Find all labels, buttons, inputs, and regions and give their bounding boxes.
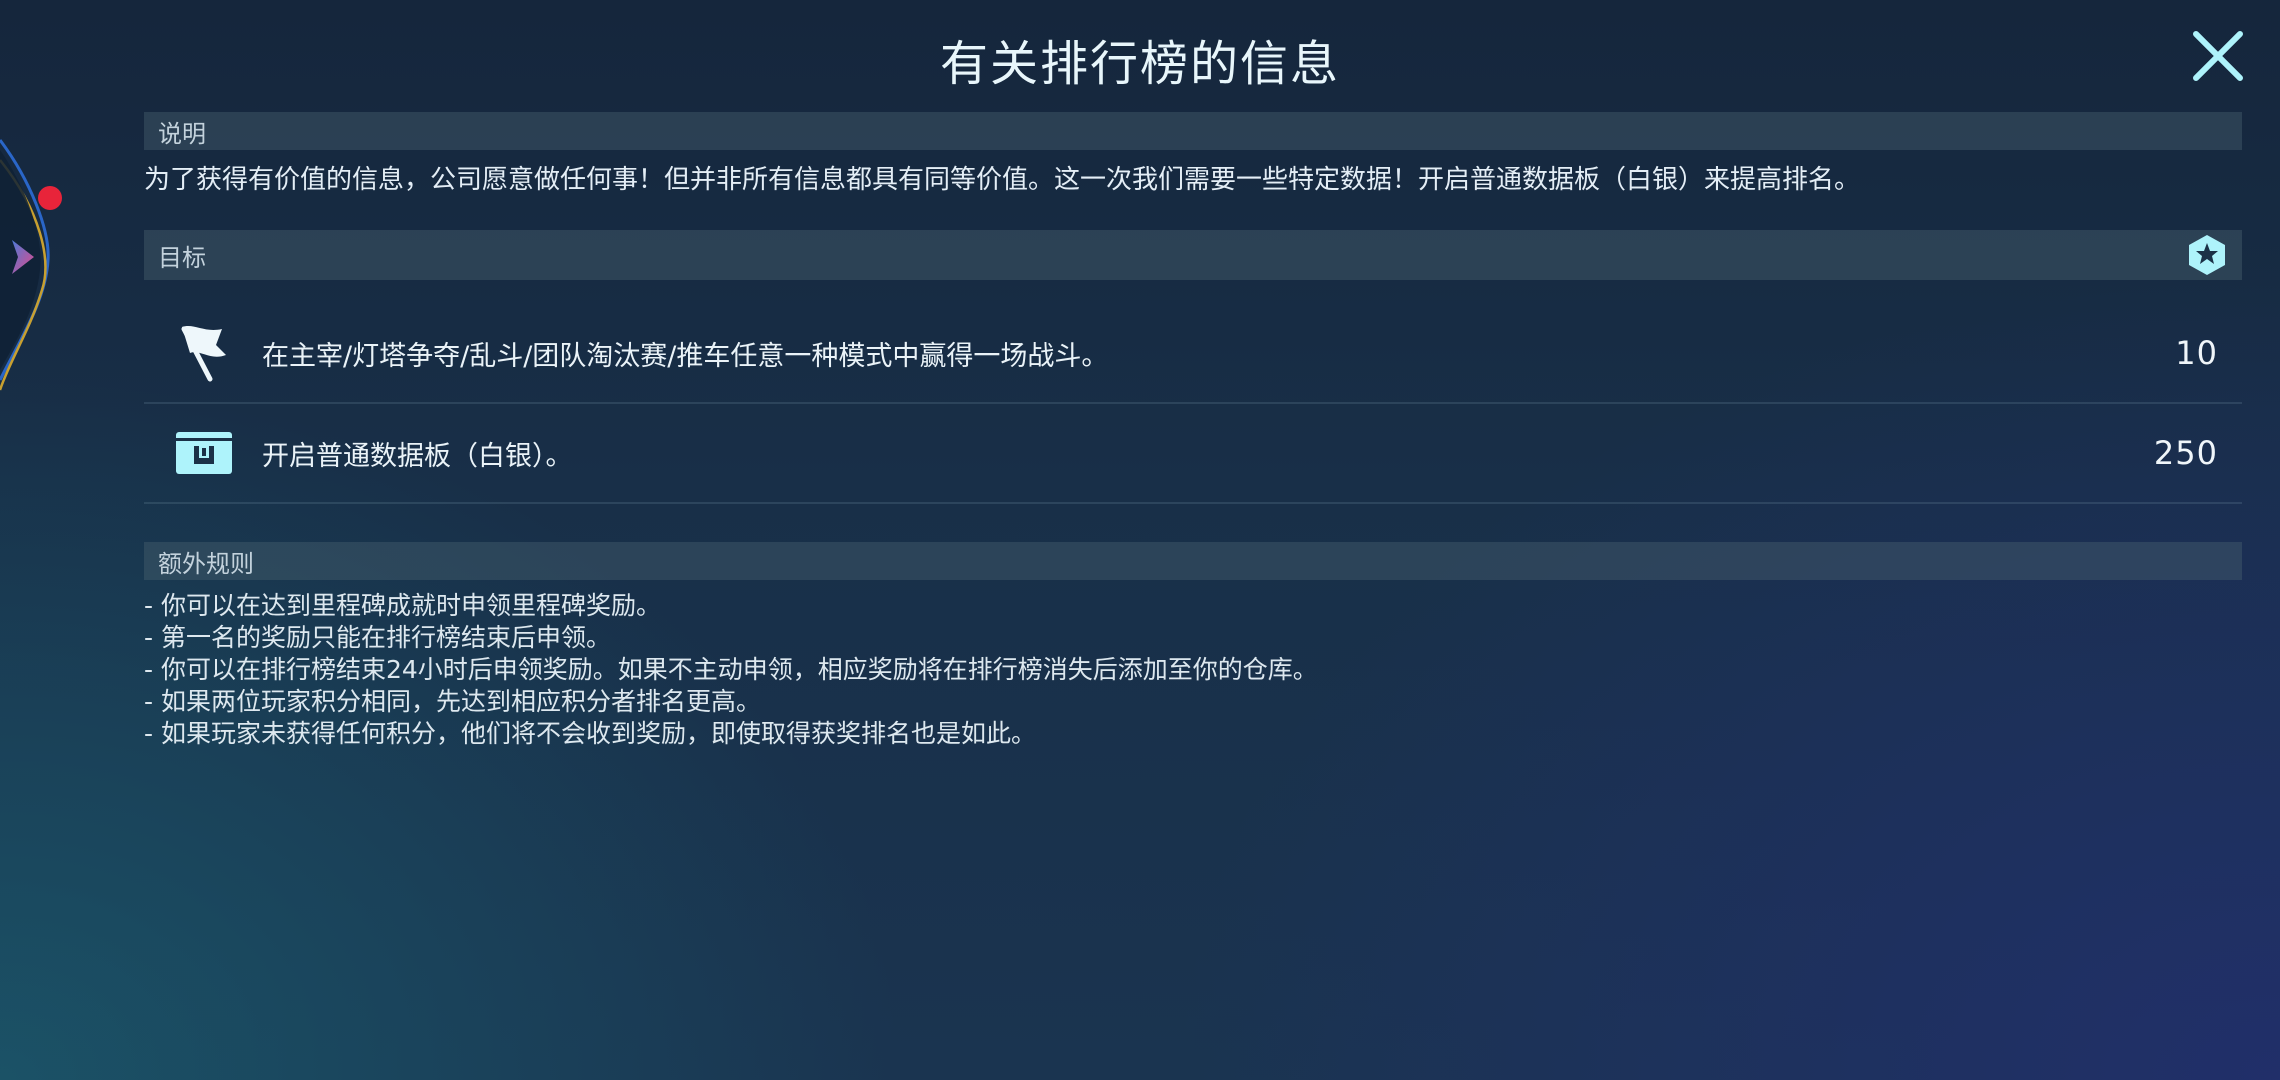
rules-list: - 你可以在达到里程碑成就时申领里程碑奖励。 - 第一名的奖励只能在排行榜结束后… bbox=[144, 590, 2242, 750]
goals-section-header: 目标 bbox=[144, 230, 2242, 280]
notification-dot bbox=[38, 186, 62, 210]
goal-text: 在主宰/灯塔争夺/乱斗/团队淘汰赛/推车任意一种模式中赢得一场战斗。 bbox=[262, 340, 1109, 372]
rule-item: - 如果玩家未获得任何积分，他们将不会收到奖励，即使取得获奖排名也是如此。 bbox=[144, 719, 1036, 748]
points-badge-icon bbox=[2189, 235, 2225, 275]
flag-icon bbox=[174, 323, 234, 383]
data-pad-icon bbox=[174, 423, 234, 483]
goal-list: 在主宰/灯塔争夺/乱斗/团队淘汰赛/推车任意一种模式中赢得一场战斗。 10 开启… bbox=[144, 304, 2242, 504]
goal-points: 250 bbox=[2153, 434, 2218, 472]
rule-item: - 你可以在排行榜结束24小时后申领奖励。如果不主动申领，相应奖励将在排行榜消失… bbox=[144, 655, 1318, 684]
rule-item: - 第一名的奖励只能在排行榜结束后申领。 bbox=[144, 623, 611, 652]
expand-arrow-icon[interactable] bbox=[8, 238, 38, 276]
goals-header-label: 目标 bbox=[158, 243, 206, 272]
rule-item: - 如果两位玩家积分相同，先达到相应积分者排名更高。 bbox=[144, 687, 761, 716]
leaderboard-info-panel: 说明 为了获得有价值的信息，公司愿意做任何事！但并非所有信息都具有同等价值。这一… bbox=[144, 112, 2242, 750]
rules-section-header: 额外规则 bbox=[144, 542, 2242, 580]
description-section-header: 说明 bbox=[144, 112, 2242, 150]
goal-points: 10 bbox=[2175, 334, 2218, 372]
goal-row: 开启普通数据板（白银）。 250 bbox=[144, 404, 2242, 504]
goal-text: 开启普通数据板（白银）。 bbox=[262, 440, 573, 472]
page-title: 有关排行榜的信息 bbox=[939, 36, 1340, 92]
goal-row: 在主宰/灯塔争夺/乱斗/团队淘汰赛/推车任意一种模式中赢得一场战斗。 10 bbox=[144, 304, 2242, 404]
rule-item: - 你可以在达到里程碑成就时申领里程碑奖励。 bbox=[144, 591, 661, 620]
close-icon[interactable] bbox=[2190, 28, 2246, 84]
rules-header-label: 额外规则 bbox=[158, 549, 254, 578]
description-text: 为了获得有价值的信息，公司愿意做任何事！但并非所有信息都具有同等价值。这一次我们… bbox=[144, 165, 1861, 195]
description-header-label: 说明 bbox=[158, 119, 206, 148]
